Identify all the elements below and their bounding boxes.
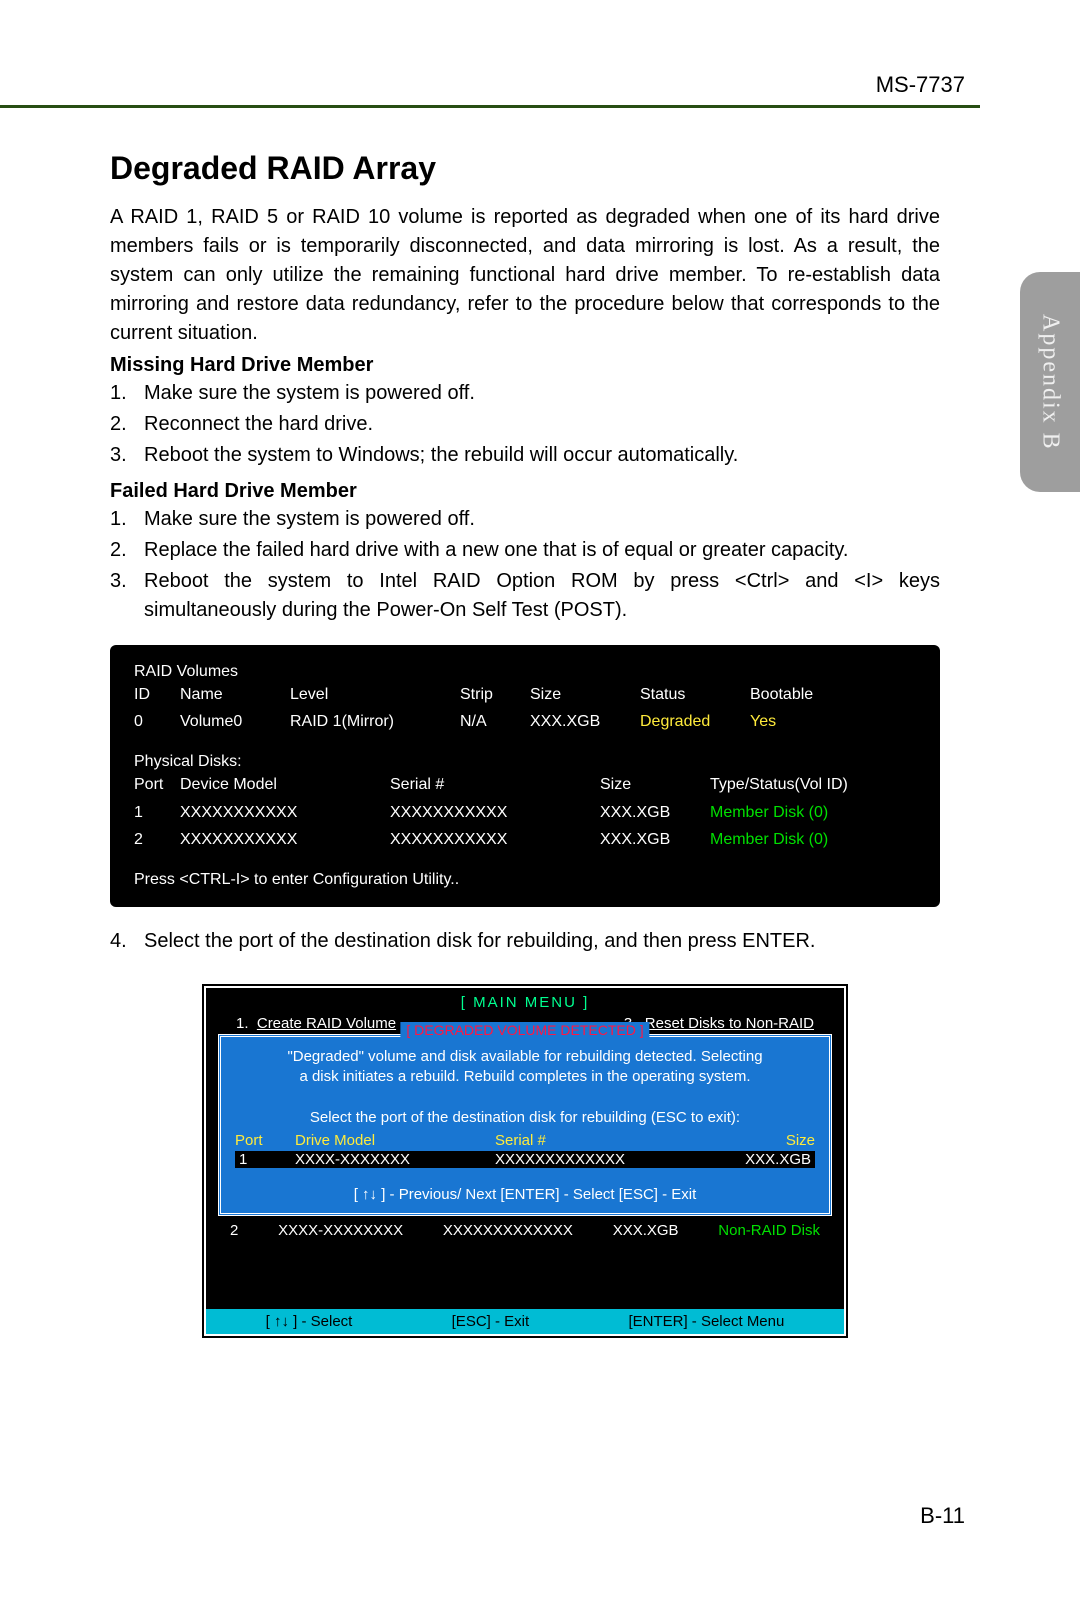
table-row: 1 XXXXXXXXXXX XXXXXXXXXXX XXX.XGB Member…: [134, 799, 916, 826]
side-tab: Appendix B: [1020, 272, 1080, 492]
failed-heading: Failed Hard Drive Member: [110, 480, 940, 503]
table-header: Port Drive Model Serial # Size: [235, 1132, 815, 1149]
physical-disks-label: Physical Disks:: [134, 753, 916, 771]
raid-volumes-label: RAID Volumes: [134, 663, 916, 681]
list-item: 1.Make sure the system is powered off.: [110, 379, 940, 408]
degraded-dialog-title: [ DEGRADED VOLUME DETECTED ]: [400, 1022, 649, 1038]
side-tab-label: Appendix B: [1037, 314, 1064, 451]
config-utility-hint: Press <CTRL-I> to enter Configuration Ut…: [134, 871, 916, 889]
page-title: Degraded RAID Array: [110, 150, 940, 187]
page-number: B-11: [920, 1503, 965, 1529]
header-code: MS-7737: [876, 72, 965, 98]
missing-heading: Missing Hard Drive Member: [110, 354, 940, 377]
degraded-dialog: [ DEGRADED VOLUME DETECTED ] "Degraded" …: [218, 1034, 832, 1216]
footer-key-hints: [ ↑↓ ] - Select [ESC] - Exit [ENTER] - S…: [206, 1309, 844, 1334]
table-header: Port Device Model Serial # Size Type/Sta…: [134, 771, 916, 798]
table-row-selected[interactable]: 1 XXXX-XXXXXXX XXXXXXXXXXXXX XXX.XGB: [235, 1151, 815, 1168]
table-header: ID Name Level Strip Size Status Bootable: [134, 681, 916, 708]
list-item: 2.Reconnect the hard drive.: [110, 410, 940, 439]
intro-paragraph: A RAID 1, RAID 5 or RAID 10 volume is re…: [110, 203, 940, 348]
table-row: 0 Volume0 RAID 1(Mirror) N/A XXX.XGB Deg…: [134, 708, 916, 735]
list-item: 4.Select the port of the destination dis…: [110, 927, 940, 956]
list-item: 1.Make sure the system is powered off.: [110, 505, 940, 534]
table-row: 2 XXXXXXXXXXX XXXXXXXXXXX XXX.XGB Member…: [134, 826, 916, 853]
dialog-key-hints: [ ↑↓ ] - Previous/ Next [ENTER] - Select…: [235, 1186, 815, 1203]
list-item: 3.Reboot the system to Intel RAID Option…: [110, 567, 940, 625]
status-degraded: Degraded: [640, 708, 750, 735]
list-item: 3.Reboot the system to Windows; the rebu…: [110, 441, 940, 470]
header-rule: [0, 105, 980, 108]
raid-rom-screen: [ MAIN MENU ] 1. Create RAID Volume 3. R…: [200, 982, 850, 1340]
content: Degraded RAID Array A RAID 1, RAID 5 or …: [110, 150, 940, 1340]
background-row: 2 XXXX-XXXXXXXX XXXXXXXXXXXXX XXX.XGB No…: [212, 1222, 838, 1239]
list-item: 2.Replace the failed hard drive with a n…: [110, 536, 940, 565]
main-menu-title: [ MAIN MENU ]: [212, 994, 838, 1011]
raid-status-screen: RAID Volumes ID Name Level Strip Size St…: [110, 645, 940, 907]
